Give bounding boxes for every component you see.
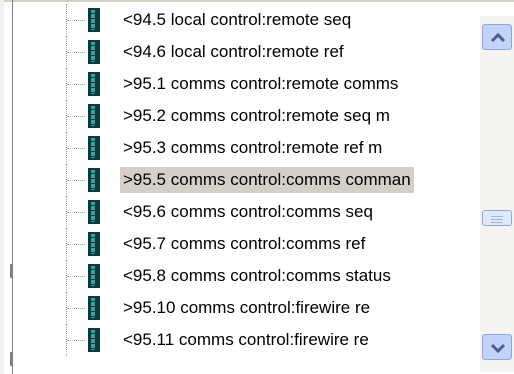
divider-tick xyxy=(10,264,12,278)
parameter-block-icon xyxy=(88,104,100,128)
parameter-tree-panel: <94.5 local control:remote seq <94.6 loca… xyxy=(0,0,514,374)
tree-branch-line xyxy=(67,52,85,53)
tree-branch-line xyxy=(67,244,85,245)
tree-branch-line xyxy=(67,308,85,309)
parameter-block-icon xyxy=(88,200,100,224)
tree-item[interactable]: <94.6 local control:remote ref xyxy=(14,36,482,68)
tree-item[interactable]: >95.10 comms control:firewire re xyxy=(14,292,482,324)
tree-branch-line xyxy=(67,180,85,181)
tree-item[interactable]: >95.1 comms control:remote comms xyxy=(14,68,482,100)
tree-branch-line xyxy=(67,116,85,117)
tree-item[interactable]: >95.3 comms control:remote ref m xyxy=(14,132,482,164)
tree-item-label: <95.8 comms control:comms status xyxy=(123,266,391,285)
tree-branch-line xyxy=(67,340,85,341)
left-border xyxy=(0,0,4,374)
tree-branch-line xyxy=(67,212,85,213)
tree-item-label: <94.5 local control:remote seq xyxy=(123,10,352,29)
scroll-up-button[interactable] xyxy=(482,24,512,50)
parameter-block-icon xyxy=(88,328,100,352)
parameter-block-icon xyxy=(88,168,100,192)
tree-branch-line xyxy=(67,20,85,21)
tree-branch-line xyxy=(67,148,85,149)
pane-divider[interactable] xyxy=(12,0,13,374)
tree-item[interactable]: <95.11 comms control:firewire re xyxy=(14,324,482,356)
parameter-block-icon xyxy=(88,72,100,96)
tree-item-label: <95.6 comms control:comms seq xyxy=(123,202,373,221)
tree-item-label: >95.10 comms control:firewire re xyxy=(123,298,371,317)
tree-item-label: <95.11 comms control:firewire re xyxy=(123,330,369,349)
parameter-block-icon xyxy=(88,136,100,160)
scroll-down-button[interactable] xyxy=(482,334,512,360)
parameter-block-icon xyxy=(88,264,100,288)
tree-item[interactable]: <95.7 comms control:comms ref xyxy=(14,228,482,260)
divider-tick xyxy=(10,352,12,366)
top-border xyxy=(0,0,514,2)
tree-item[interactable]: >95.2 comms control:remote seq m xyxy=(14,100,482,132)
tree-branch-line xyxy=(67,276,85,277)
parameter-tree-list[interactable]: <94.5 local control:remote seq <94.6 loca… xyxy=(14,4,482,372)
tree-item[interactable]: <95.8 comms control:comms status xyxy=(14,260,482,292)
tree-item-label: >95.3 comms control:remote ref m xyxy=(123,138,383,157)
parameter-block-icon xyxy=(88,40,100,64)
parameter-block-icon xyxy=(88,232,100,256)
tree-item-label: <95.7 comms control:comms ref xyxy=(123,234,366,253)
parameter-block-icon xyxy=(88,8,100,32)
parameter-block-icon xyxy=(88,296,100,320)
chevron-down-icon xyxy=(490,343,506,354)
tree-item-label: >95.5 comms control:comms comman xyxy=(120,167,414,193)
tree-item[interactable]: >95.5 comms control:comms comman xyxy=(14,164,482,196)
scroll-thumb[interactable] xyxy=(482,210,512,226)
tree-branch-line xyxy=(67,84,85,85)
tree-item-label: >95.2 comms control:remote seq m xyxy=(123,106,390,125)
tree-item[interactable]: <94.5 local control:remote seq xyxy=(14,4,482,36)
tree-item-label: >95.1 comms control:remote comms xyxy=(123,74,399,93)
tree-item[interactable]: <95.6 comms control:comms seq xyxy=(14,196,482,228)
tree-item-label: <94.6 local control:remote ref xyxy=(123,42,344,61)
chevron-up-icon xyxy=(490,32,506,43)
vertical-scrollbar[interactable] xyxy=(480,16,514,372)
